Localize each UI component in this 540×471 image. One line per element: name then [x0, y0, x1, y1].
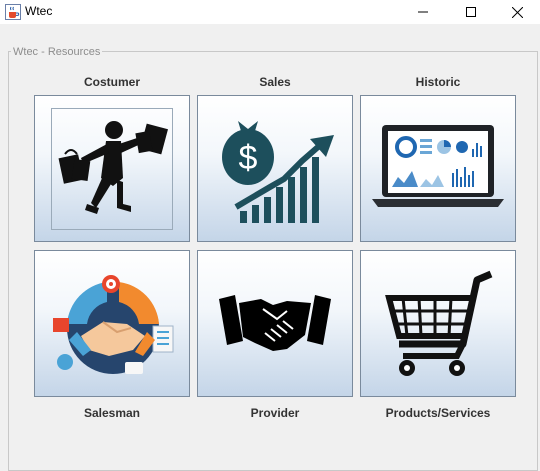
laptop-dashboard-icon	[372, 124, 504, 207]
products-services-button[interactable]	[360, 250, 516, 397]
close-icon	[511, 6, 523, 18]
label-historic: Historic	[415, 75, 461, 89]
maximize-icon	[466, 7, 476, 17]
maximize-button[interactable]	[448, 0, 494, 24]
label-sales: Sales	[259, 75, 291, 89]
provider-button[interactable]	[197, 250, 353, 397]
shopping-cart-icon	[385, 270, 493, 376]
shopping-person-icon	[51, 107, 173, 230]
costumer-button[interactable]	[34, 95, 190, 242]
money-growth-icon: $	[222, 120, 334, 223]
salesman-button[interactable]	[34, 250, 190, 397]
window-title: Wtec	[25, 4, 53, 18]
minimize-icon	[418, 11, 428, 13]
close-button[interactable]	[494, 0, 540, 24]
sales-button[interactable]: $	[197, 95, 353, 242]
label-products-services: Products/Services	[385, 406, 491, 420]
label-costumer: Costumer	[83, 75, 140, 89]
historic-button[interactable]	[360, 95, 516, 242]
java-coffee-icon	[5, 4, 21, 20]
label-provider: Provider	[250, 406, 300, 420]
minimize-button[interactable]	[400, 0, 446, 24]
title-bar: Wtec	[0, 0, 540, 24]
label-salesman: Salesman	[83, 406, 141, 420]
group-legend: Wtec - Resources	[11, 46, 103, 58]
svg-text:$: $	[239, 139, 258, 177]
handshake-icon	[219, 294, 331, 351]
handshake-infographic-icon	[53, 274, 174, 374]
